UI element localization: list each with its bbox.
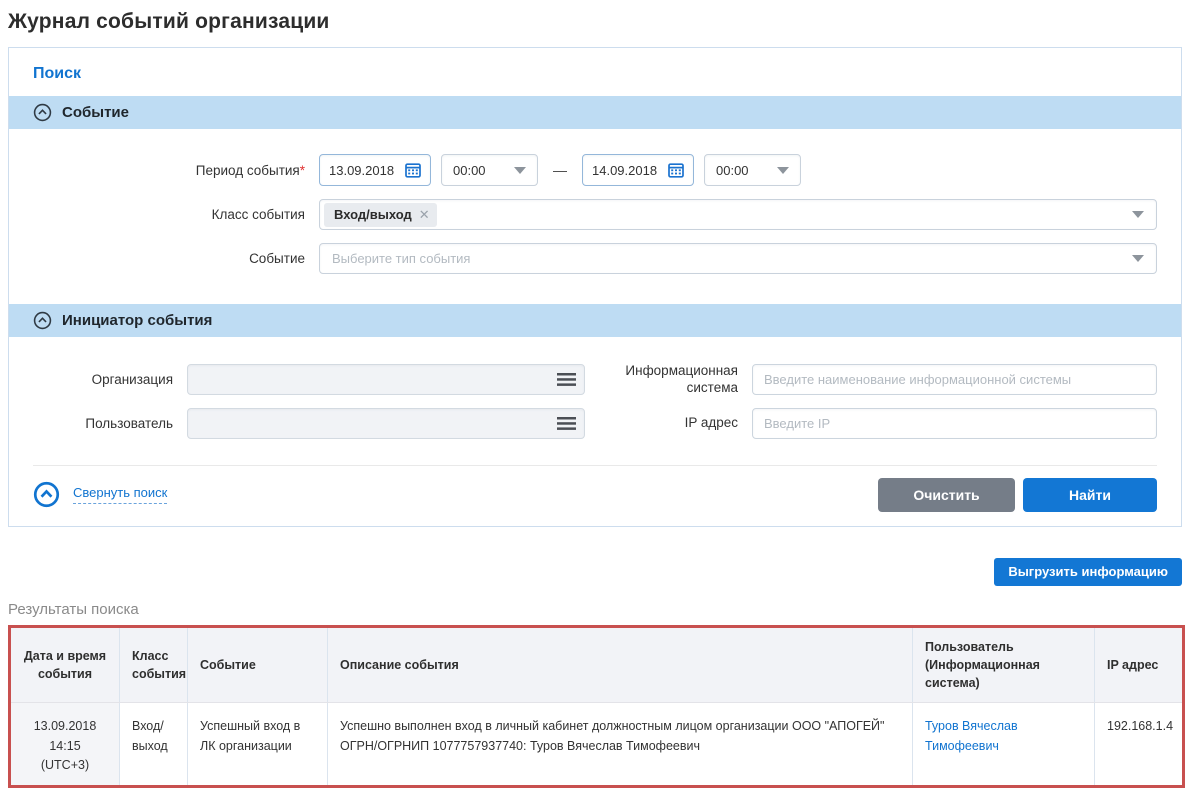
time-to-select[interactable]: 00:00 (704, 154, 801, 186)
search-panel-footer: Свернуть поиск Очистить Найти (33, 465, 1157, 526)
event-class-tag-label: Вход/выход (334, 207, 412, 222)
col-header-event-class: Класс события (120, 626, 188, 702)
results-title: Результаты поиска (8, 601, 1182, 618)
user-link[interactable]: Туров Вячеслав Тимофеевич (925, 719, 1018, 752)
organization-label: Организация (33, 372, 173, 387)
event-type-select[interactable]: Выберите тип события (319, 243, 1157, 274)
event-section-title: Событие (62, 104, 129, 121)
calendar-icon[interactable] (405, 162, 421, 178)
user-label: Пользователь (33, 416, 173, 431)
date-to-input[interactable]: 14.09.2018 (582, 154, 694, 186)
event-class-label: Класс события (33, 207, 305, 222)
ip-label: IP адрес (586, 415, 738, 432)
chevron-up-circle-blue-icon[interactable] (33, 481, 60, 508)
date-to-value: 14.09.2018 (592, 163, 657, 178)
period-row: Период события* 13.09.2018 00:00 — (33, 154, 1157, 186)
date-from-input[interactable]: 13.09.2018 (319, 154, 431, 186)
col-header-event: Событие (188, 626, 328, 702)
required-asterisk: * (300, 163, 305, 178)
time-from-value: 00:00 (453, 163, 486, 178)
info-system-label: Информационная система (586, 363, 738, 397)
user-lookup-field[interactable] (187, 408, 585, 439)
col-header-ip: IP адрес (1095, 626, 1184, 702)
date-from-value: 13.09.2018 (329, 163, 394, 178)
period-label: Период события* (33, 163, 305, 178)
cell-description: Успешно выполнен вход в личный кабинет д… (328, 703, 913, 787)
remove-tag-icon[interactable]: ✕ (419, 207, 430, 223)
triangle-down-icon (777, 167, 789, 174)
cell-ip: 192.168.1.4 (1095, 703, 1184, 787)
time-from-select[interactable]: 00:00 (441, 154, 538, 186)
chevron-up-circle-icon (33, 103, 52, 122)
hamburger-list-icon[interactable] (557, 373, 576, 386)
initiator-row-2: Пользователь IP адрес (33, 408, 1157, 439)
collapse-search-control[interactable]: Свернуть поиск (33, 481, 167, 508)
initiator-section-header[interactable]: Инициатор события (9, 304, 1181, 337)
event-section-header[interactable]: Событие (9, 96, 1181, 129)
export-row: Выгрузить информацию (8, 558, 1182, 586)
triangle-down-icon (514, 167, 526, 174)
event-type-row: Событие Выберите тип события (33, 243, 1157, 274)
initiator-row-1: Организация Информационная система (33, 363, 1157, 397)
info-system-input[interactable] (752, 364, 1157, 395)
calendar-icon[interactable] (668, 162, 684, 178)
chevron-up-circle-icon (33, 311, 52, 330)
col-header-user: Пользователь (Информационная система) (913, 626, 1095, 702)
event-form: Период события* 13.09.2018 00:00 — (9, 129, 1181, 304)
search-buttons: Очистить Найти (878, 478, 1157, 512)
organization-lookup-field[interactable] (187, 364, 585, 395)
search-panel: Поиск Событие Период события* 13.09.2018 (8, 47, 1182, 527)
triangle-down-icon (1132, 255, 1144, 262)
event-class-tag: Вход/выход ✕ (324, 203, 437, 227)
event-type-placeholder: Выберите тип события (324, 251, 470, 266)
ip-input[interactable] (752, 408, 1157, 439)
page-title: Журнал событий организации (8, 10, 1182, 34)
collapse-search-link[interactable]: Свернуть поиск (73, 485, 167, 504)
initiator-form: Организация Информационная система Польз… (9, 337, 1181, 465)
table-row: 13.09.2018 14:15 (UTC+3) Вход/ выход Усп… (10, 703, 1184, 787)
cell-datetime: 13.09.2018 14:15 (UTC+3) (10, 703, 120, 787)
initiator-section-title: Инициатор события (62, 312, 212, 329)
triangle-down-icon (1132, 211, 1144, 218)
event-class-row: Класс события Вход/выход ✕ (33, 199, 1157, 230)
event-type-label: Событие (33, 251, 305, 266)
cell-event: Успешный вход в ЛК организации (188, 703, 328, 787)
export-info-button[interactable]: Выгрузить информацию (994, 558, 1182, 586)
results-table: Дата и время события Класс события Событ… (8, 625, 1185, 789)
period-separator: — (553, 162, 567, 178)
clear-button[interactable]: Очистить (878, 478, 1015, 512)
time-to-value: 00:00 (716, 163, 749, 178)
col-header-description: Описание события (328, 626, 913, 702)
hamburger-list-icon[interactable] (557, 417, 576, 430)
results-header-row: Дата и время события Класс события Событ… (10, 626, 1184, 702)
cell-user: Туров Вячеслав Тимофеевич (913, 703, 1095, 787)
find-button[interactable]: Найти (1023, 478, 1157, 512)
col-header-datetime: Дата и время события (10, 626, 120, 702)
search-panel-title: Поиск (9, 48, 1181, 96)
event-class-select[interactable]: Вход/выход ✕ (319, 199, 1157, 230)
cell-event-class: Вход/ выход (120, 703, 188, 787)
